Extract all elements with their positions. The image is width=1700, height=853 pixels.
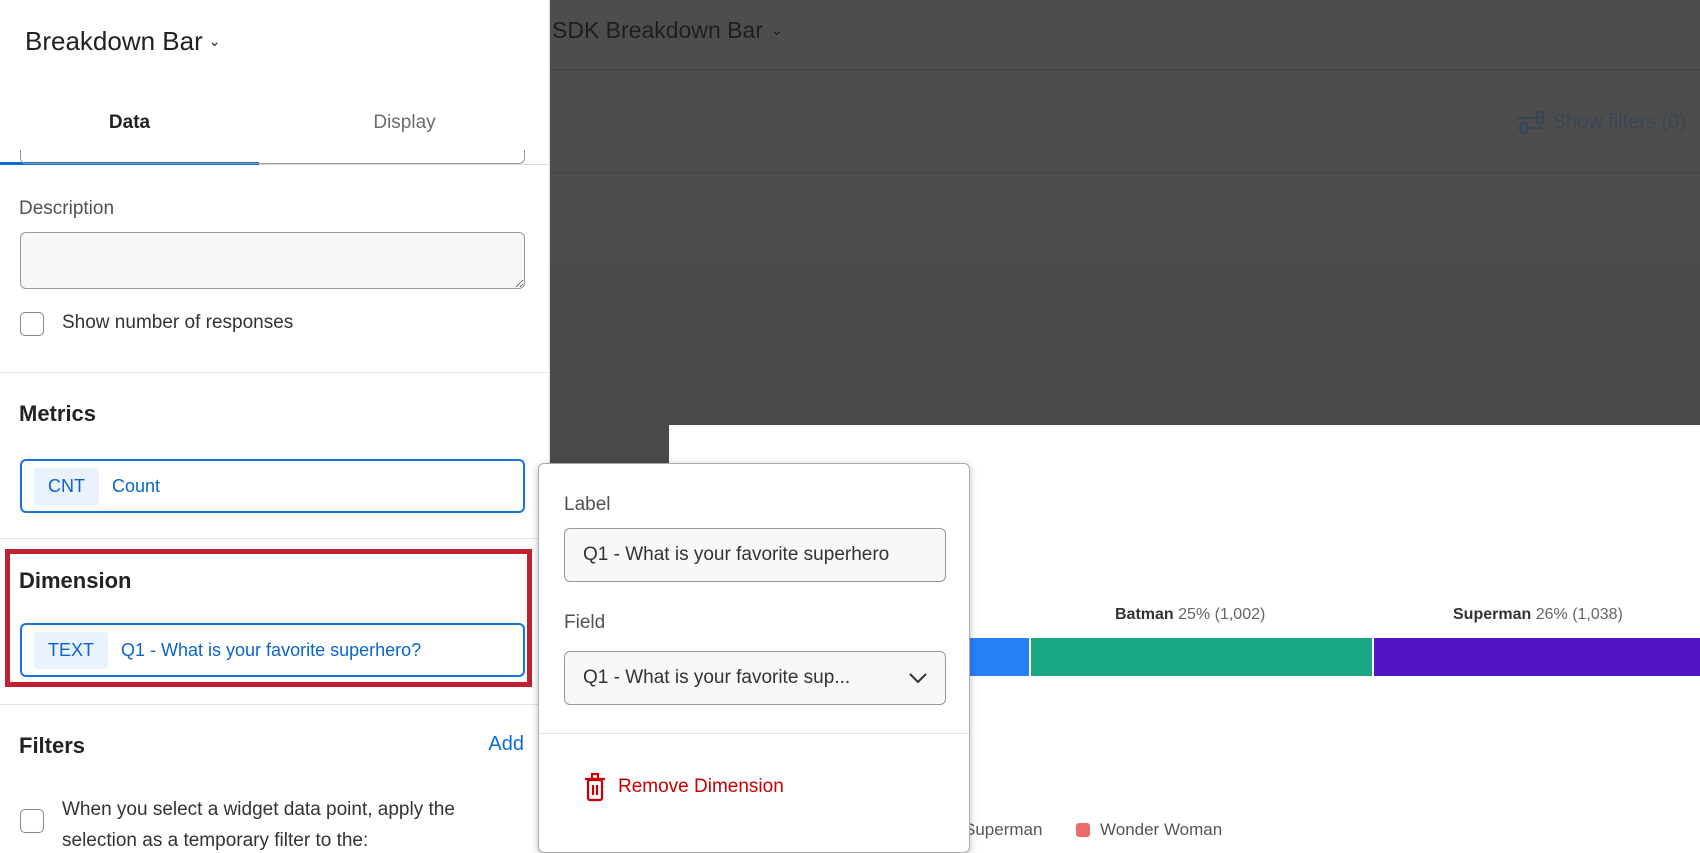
temporary-filter-checkbox[interactable] bbox=[20, 809, 44, 833]
show-responses-checkbox[interactable] bbox=[20, 312, 44, 336]
field-select-value: Q1 - What is your favorite sup... bbox=[583, 667, 851, 688]
bar-segment-batman[interactable] bbox=[1031, 638, 1372, 676]
divider bbox=[550, 172, 1700, 174]
chevron-down-icon bbox=[909, 673, 927, 684]
widget-type-label: Breakdown Bar bbox=[25, 26, 203, 56]
trash-icon bbox=[585, 772, 605, 802]
legend-item-wonder-woman[interactable]: Wonder Woman bbox=[1076, 820, 1222, 840]
bar-label-batman: Batman 25% (1,002) bbox=[1115, 606, 1265, 624]
title-input-edge[interactable] bbox=[20, 150, 525, 164]
bar-label-superman: Superman 26% (1,038) bbox=[1453, 606, 1623, 624]
popover-label-heading: Label bbox=[564, 494, 611, 515]
temporary-filter-text-2: selection as a temporary filter to the: bbox=[62, 830, 369, 850]
divider bbox=[0, 704, 549, 705]
description-input[interactable] bbox=[20, 232, 525, 289]
widget-editor-panel: Breakdown Bar ⌄ Data Display Description… bbox=[0, 0, 550, 850]
chevron-down-icon: ⌄ bbox=[770, 22, 783, 38]
show-filters-label: Show filters (0) bbox=[1552, 110, 1686, 133]
temporary-filter-label: When you select a widget data point, app… bbox=[62, 794, 455, 850]
metric-label: Count bbox=[112, 475, 161, 496]
bar-label-percent: 26% bbox=[1535, 606, 1568, 623]
bar-label-count: (1,002) bbox=[1214, 606, 1266, 623]
divider bbox=[539, 733, 969, 734]
metric-count[interactable]: CNT Count bbox=[20, 459, 525, 513]
legend-swatch bbox=[1076, 823, 1090, 837]
filters-heading: Filters bbox=[19, 733, 86, 758]
tab-data[interactable]: Data bbox=[0, 112, 259, 134]
bar-label-count: (1,038) bbox=[1572, 606, 1623, 623]
bar-label-name: Superman bbox=[1453, 606, 1532, 623]
tab-display[interactable]: Display bbox=[275, 112, 534, 134]
bar-segment-superman[interactable] bbox=[1374, 638, 1700, 676]
metrics-heading: Metrics bbox=[19, 401, 97, 426]
description-label: Description bbox=[19, 198, 115, 219]
dashboard-title-dropdown[interactable]: SDK Breakdown Bar ⌄ bbox=[552, 17, 783, 44]
bar-label-name: Batman bbox=[1115, 606, 1174, 623]
popover-field-select[interactable]: Q1 - What is your favorite sup... bbox=[564, 651, 946, 705]
bar-label-percent: 25% bbox=[1178, 606, 1211, 623]
popover-label-input[interactable]: Q1 - What is your favorite superhero bbox=[564, 528, 946, 582]
add-filter-button[interactable]: Add bbox=[488, 733, 524, 756]
metric-tag: CNT bbox=[34, 467, 99, 505]
temporary-filter-text-1: When you select a widget data point, app… bbox=[62, 799, 455, 820]
dashboard-title: SDK Breakdown Bar bbox=[552, 17, 763, 43]
show-responses-label: Show number of responses bbox=[62, 312, 294, 333]
divider bbox=[550, 69, 1700, 71]
filter-sliders-icon bbox=[1516, 110, 1544, 134]
dimension-popover: Label Q1 - What is your favorite superhe… bbox=[538, 463, 970, 853]
widget-type-dropdown[interactable]: Breakdown Bar ⌄ bbox=[25, 26, 221, 57]
bar-segment-unlabeled[interactable] bbox=[960, 638, 1029, 676]
legend-label: Superman bbox=[964, 820, 1043, 839]
divider bbox=[0, 538, 549, 539]
highlight-box bbox=[5, 549, 532, 687]
divider bbox=[0, 372, 549, 373]
remove-dimension-label: Remove Dimension bbox=[618, 776, 784, 797]
dashboard-body bbox=[550, 264, 1700, 425]
legend-label: Wonder Woman bbox=[1100, 820, 1223, 839]
popover-field-heading: Field bbox=[564, 612, 606, 633]
show-filters-button[interactable]: Show filters (0) bbox=[1515, 110, 1686, 134]
chevron-down-icon: ⌄ bbox=[208, 33, 221, 49]
remove-dimension-button[interactable]: Remove Dimension bbox=[584, 772, 784, 802]
